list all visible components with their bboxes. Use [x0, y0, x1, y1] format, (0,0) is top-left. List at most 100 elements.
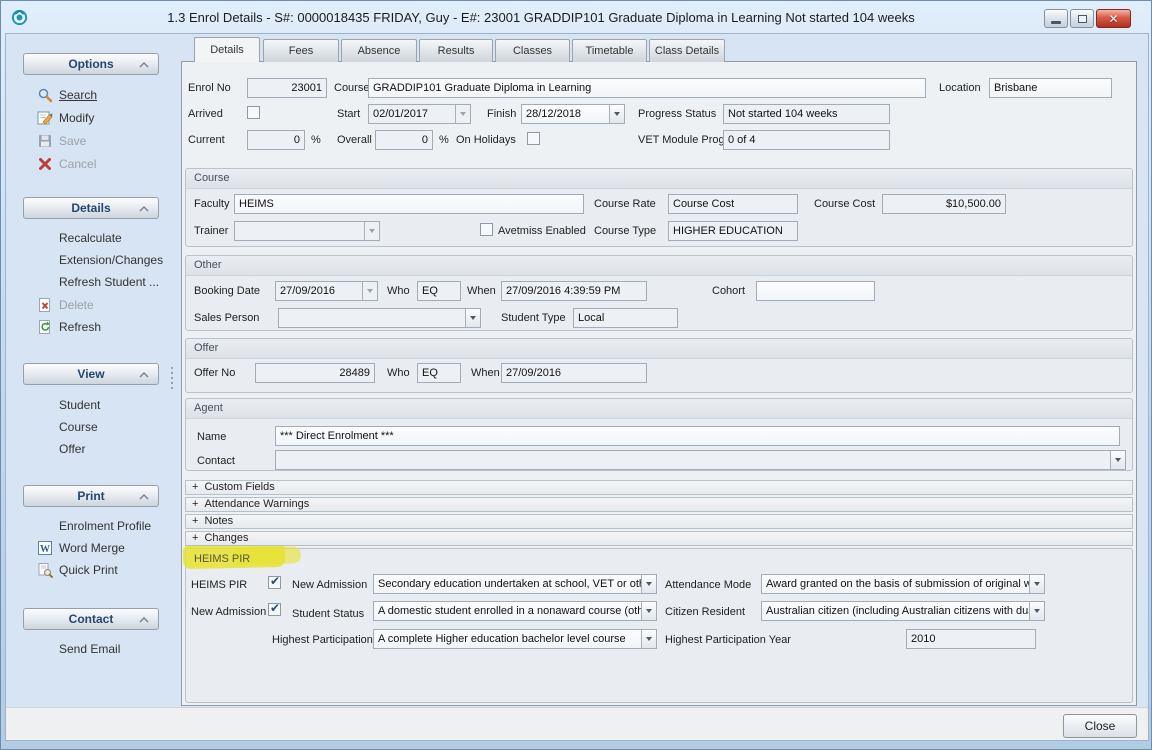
modify-icon [37, 110, 53, 126]
start-date-dropdown[interactable]: 02/01/2017 [368, 104, 471, 124]
close-window-button[interactable]: ✕ [1096, 9, 1131, 28]
offer-who-label: Who [387, 367, 410, 379]
new-admission-label: New Admission [292, 579, 367, 591]
location-field[interactable]: Brisbane [989, 78, 1112, 98]
chevron-up-icon [139, 372, 149, 378]
dropdown-arrow-icon[interactable] [364, 222, 379, 240]
tab-absence[interactable]: Absence [341, 39, 417, 62]
sidebar-item-course[interactable]: Course [23, 419, 173, 437]
restore-icon [1078, 15, 1087, 23]
current-field[interactable]: 0 [247, 130, 305, 150]
offer-who-field: EQ [417, 363, 461, 383]
highest-participation-year-field[interactable]: 2010 [906, 629, 1036, 649]
chevron-up-icon [139, 494, 149, 500]
minimize-button[interactable] [1044, 9, 1068, 28]
sidebar-item-delete[interactable]: Delete [23, 297, 173, 315]
course-label: Course [334, 82, 369, 94]
agent-name-field[interactable]: *** Direct Enrolment *** [275, 426, 1120, 446]
trainer-dropdown[interactable] [234, 221, 380, 241]
sidebar-splitter[interactable] [171, 367, 173, 389]
booking-date-dropdown[interactable]: 27/09/2016 [275, 281, 378, 301]
dropdown-arrow-icon[interactable] [465, 309, 480, 327]
heims-pir-group-title: HEIMS PIR [194, 553, 250, 565]
refresh-icon [37, 319, 53, 335]
sidebar-item-cancel[interactable]: Cancel [23, 156, 173, 174]
sidebar-item-recalculate[interactable]: Recalculate [23, 230, 173, 248]
sidebar-item-modify[interactable]: Modify [23, 110, 173, 128]
avetmiss-enabled-checkbox[interactable] [480, 223, 493, 236]
expander-changes[interactable]: +Changes [185, 531, 1133, 546]
cohort-field[interactable] [756, 281, 875, 301]
dropdown-arrow-icon[interactable] [455, 105, 470, 123]
expander-attendance-warnings[interactable]: +Attendance Warnings [185, 497, 1133, 512]
tab-details[interactable]: Details [194, 37, 260, 62]
current-percent-label: % [311, 134, 321, 146]
sidebar-section-contact[interactable]: Contact [23, 608, 159, 630]
sidebar-item-offer[interactable]: Offer [23, 441, 173, 459]
heims-pir-checkbox[interactable] [268, 576, 281, 589]
highest-participation-dropdown[interactable]: A complete Higher education bachelor lev… [373, 629, 657, 649]
sidebar-item-student[interactable]: Student [23, 397, 173, 415]
course-cost-label: Course Cost [814, 198, 875, 210]
booking-date-label: Booking Date [194, 285, 260, 297]
sidebar-item-send-email[interactable]: Send Email [23, 641, 173, 659]
dropdown-arrow-icon[interactable] [1110, 451, 1125, 469]
restore-button[interactable] [1070, 9, 1094, 28]
finish-date-dropdown[interactable]: 28/12/2018 [521, 104, 625, 124]
course-rate-label: Course Rate [594, 198, 656, 210]
on-holidays-checkbox[interactable] [527, 132, 540, 145]
faculty-field[interactable]: HEIMS [234, 194, 584, 214]
save-icon [37, 133, 53, 149]
word-icon: W [37, 540, 53, 556]
offer-no-field: 28489 [255, 363, 375, 383]
dropdown-arrow-icon[interactable] [641, 630, 656, 648]
tab-timetable[interactable]: Timetable [572, 39, 647, 62]
sidebar-item-search[interactable]: Search [23, 87, 173, 105]
close-button[interactable]: Close [1063, 714, 1137, 738]
dropdown-arrow-icon[interactable] [641, 575, 656, 593]
sidebar-item-save[interactable]: Save [23, 133, 173, 151]
minimize-icon [1051, 21, 1061, 24]
dropdown-arrow-icon[interactable] [1029, 602, 1044, 620]
print-header-label: Print [77, 489, 104, 503]
dropdown-arrow-icon[interactable] [362, 282, 377, 300]
new-admission-checkbox[interactable] [268, 603, 281, 616]
citizen-resident-dropdown[interactable]: Australian citizen (including Australian… [761, 601, 1045, 621]
sidebar-item-refresh-student[interactable]: Refresh Student ... [23, 274, 173, 292]
enrol-details-window: 1.3 Enrol Details - S#: 0000018435 FRIDA… [0, 0, 1152, 750]
dropdown-arrow-icon[interactable] [641, 602, 656, 620]
sidebar-section-options[interactable]: Options [23, 53, 159, 75]
student-status-label: Student Status [292, 608, 364, 620]
agent-contact-dropdown[interactable] [275, 450, 1126, 470]
app-icon[interactable] [11, 9, 28, 26]
course-field[interactable]: GRADDIP101 Graduate Diploma in Learning [368, 78, 926, 98]
dropdown-arrow-icon[interactable] [1029, 575, 1044, 593]
sidebar-section-view[interactable]: View [23, 363, 159, 385]
sidebar-item-quick-print[interactable]: Quick Print [23, 562, 173, 580]
tab-results[interactable]: Results [419, 39, 493, 62]
booking-when-label: When [467, 285, 496, 297]
sidebar-section-details[interactable]: Details [23, 197, 159, 219]
sidebar-section-print[interactable]: Print [23, 485, 159, 507]
enrol-no-field[interactable]: 23001 [247, 78, 327, 98]
tab-fees[interactable]: Fees [263, 39, 339, 62]
arrived-checkbox[interactable] [247, 106, 260, 119]
new-admission-flag-label: New Admission [191, 606, 266, 618]
sidebar-item-extension-changes[interactable]: Extension/Changes [23, 252, 173, 270]
sales-person-dropdown[interactable] [278, 308, 481, 328]
new-admission-dropdown[interactable]: Secondary education undertaken at school… [373, 574, 657, 594]
overall-field[interactable]: 0 [375, 130, 433, 150]
plus-icon: + [192, 515, 198, 527]
sidebar-item-refresh[interactable]: Refresh [23, 319, 173, 337]
tab-classes[interactable]: Classes [495, 39, 570, 62]
expander-custom-fields[interactable]: +Custom Fields [185, 480, 1133, 495]
dropdown-arrow-icon[interactable] [609, 105, 624, 123]
attendance-mode-dropdown[interactable]: Award granted on the basis of submission… [761, 574, 1045, 594]
student-status-dropdown[interactable]: A domestic student enrolled in a nonawar… [373, 601, 657, 621]
sidebar-item-enrolment-profile[interactable]: Enrolment Profile [23, 518, 173, 536]
sidebar-item-word-merge[interactable]: W Word Merge [23, 540, 173, 558]
arrived-label: Arrived [188, 108, 223, 120]
expander-notes[interactable]: +Notes [185, 514, 1133, 529]
current-label: Current [188, 134, 225, 146]
tab-class-details[interactable]: Class Details [649, 39, 725, 62]
